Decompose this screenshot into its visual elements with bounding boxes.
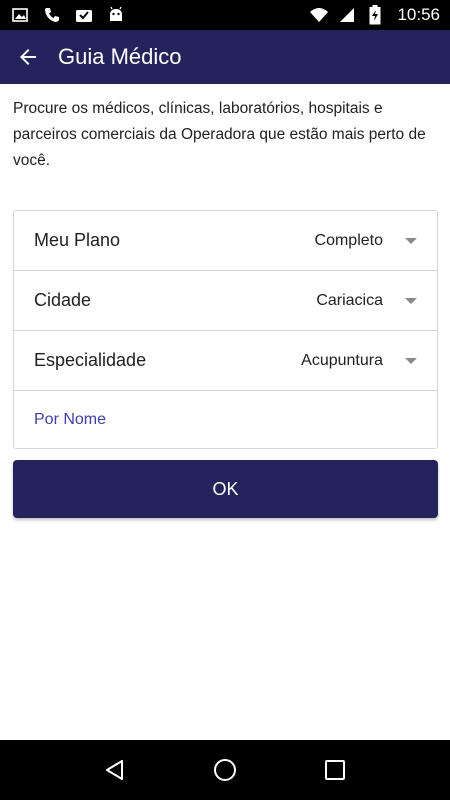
status-time: 10:56	[397, 5, 440, 24]
navigation-bar	[0, 740, 450, 800]
nav-recents-button[interactable]	[315, 750, 355, 790]
inbox-check-icon	[74, 5, 94, 25]
page-title: Guia Médico	[58, 44, 182, 69]
dropdown-arrow-icon	[405, 297, 417, 304]
nav-back-button[interactable]	[95, 750, 135, 790]
android-icon	[106, 5, 126, 25]
specialty-label: Especialidade	[34, 350, 147, 370]
plan-label: Meu Plano	[34, 230, 121, 250]
plan-select[interactable]: Meu Plano Completo	[14, 211, 437, 271]
phone-icon	[42, 5, 62, 25]
circle-home-icon	[214, 759, 236, 781]
search-by-name-link[interactable]: Por Nome	[14, 391, 437, 448]
status-bar: 10:56	[0, 0, 450, 30]
specialty-select[interactable]: Especialidade Acupuntura	[14, 331, 437, 391]
image-icon	[10, 5, 30, 25]
nav-home-button[interactable]	[205, 750, 245, 790]
arrow-left-icon	[20, 49, 36, 65]
status-right-icons: 10:56	[309, 5, 440, 25]
dropdown-arrow-icon	[405, 357, 417, 364]
status-left-icons	[10, 5, 126, 25]
battery-charging-icon	[365, 5, 385, 25]
dropdown-arrow-icon	[405, 237, 417, 244]
city-select[interactable]: Cidade Cariacica	[14, 271, 437, 331]
app-bar: Guia Médico	[0, 30, 450, 84]
city-label: Cidade	[34, 290, 92, 310]
specialty-value: Acupuntura	[301, 351, 383, 369]
ok-button[interactable]: OK	[13, 460, 438, 518]
city-value: Cariacica	[316, 291, 383, 309]
square-recents-icon	[325, 760, 345, 780]
wifi-icon	[309, 5, 329, 25]
plan-value: Completo	[314, 231, 383, 249]
back-button[interactable]	[8, 37, 48, 77]
filter-card: Meu Plano Completo Cidade Cariacica Espe…	[13, 210, 438, 449]
triangle-back-icon	[106, 760, 123, 780]
signal-icon	[337, 5, 357, 25]
search-by-name-label: Por Nome	[34, 410, 107, 428]
intro-text: Procure os médicos, clínicas, laboratóri…	[13, 100, 426, 169]
